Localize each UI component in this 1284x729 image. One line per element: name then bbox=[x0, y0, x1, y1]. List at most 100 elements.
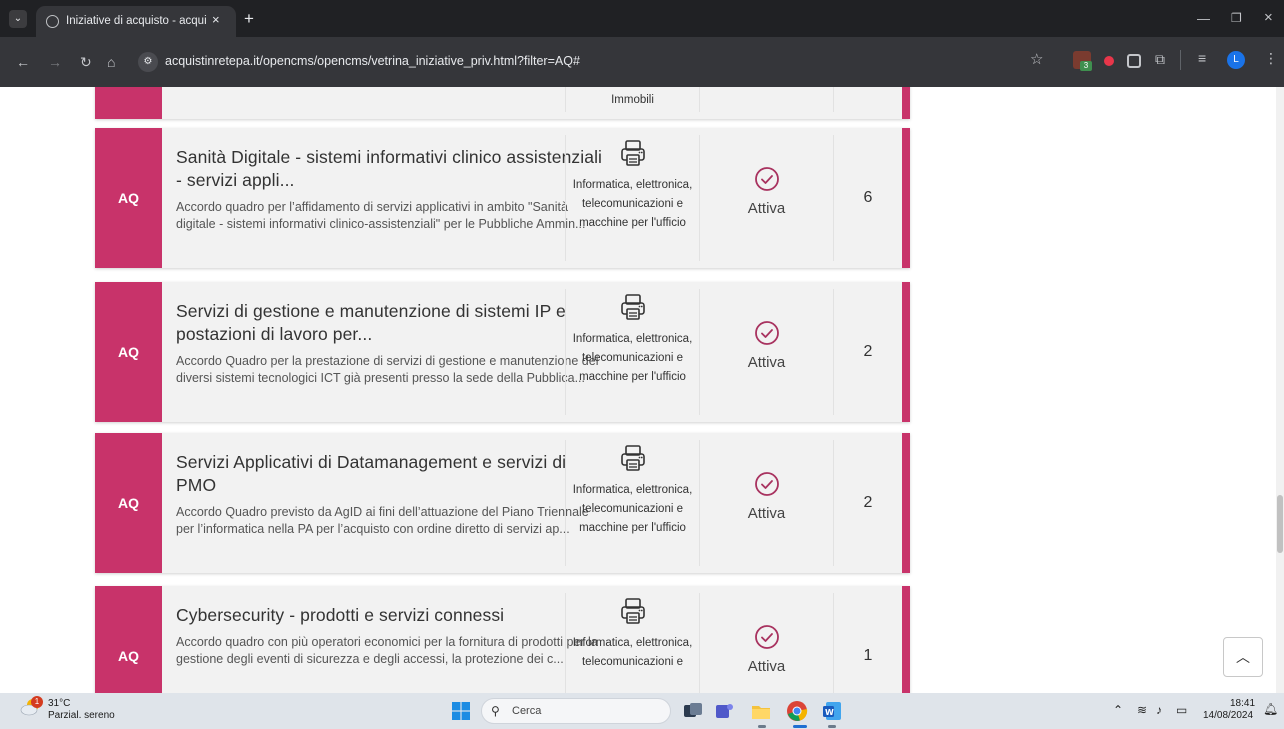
status-column: Attiva bbox=[700, 282, 833, 422]
new-tab-button[interactable]: + bbox=[244, 10, 254, 28]
notification-bell-icon[interactable]: 🔔︎ bbox=[1263, 702, 1278, 716]
type-badge: AQ bbox=[95, 282, 162, 422]
record-icon[interactable] bbox=[1104, 56, 1114, 66]
tray-overflow-icon[interactable]: ⌃ bbox=[1113, 703, 1123, 717]
printer-icon bbox=[620, 445, 645, 471]
volume-icon[interactable]: ♪ bbox=[1156, 703, 1162, 717]
minimize-icon[interactable]: — bbox=[1197, 11, 1210, 26]
status-wrapper: Attiva bbox=[700, 320, 833, 371]
initiative-description: Accordo Quadro previsto da AgID ai fini … bbox=[176, 505, 589, 536]
type-badge: AQ bbox=[95, 586, 162, 693]
more-menu-icon[interactable]: ⋮ bbox=[1264, 50, 1278, 67]
status-text: Attiva bbox=[747, 658, 786, 675]
initiative-title[interactable]: Servizi Applicativi di Datamanagement e … bbox=[176, 451, 610, 497]
task-view-icon[interactable] bbox=[682, 700, 704, 722]
column-divider bbox=[833, 87, 834, 112]
bookmark-star-icon[interactable]: ☆ bbox=[1030, 50, 1043, 68]
restore-icon[interactable]: ❐ bbox=[1231, 11, 1242, 25]
teams-icon[interactable] bbox=[713, 700, 735, 722]
chevron-up-icon: ︿ bbox=[1236, 649, 1250, 665]
initiative-title[interactable]: Sanità Digitale - sistemi informativi cl… bbox=[176, 146, 610, 192]
category-text: Informatica, elettronica, telecomunicazi… bbox=[572, 637, 693, 668]
check-circle-icon bbox=[754, 167, 779, 191]
category-column: Immobili bbox=[566, 91, 699, 110]
status-column: Attiva bbox=[700, 433, 833, 573]
category-column: Informatica, elettronica, telecomunicazi… bbox=[566, 292, 699, 387]
category-text: Informatica, elettronica, telecomunicazi… bbox=[572, 179, 693, 229]
extensions-puzzle-icon[interactable]: ⧉ bbox=[1155, 51, 1165, 68]
page-content: Immobili AQ Sanità Digitale - sistemi inf… bbox=[0, 87, 1284, 693]
type-badge: AQ bbox=[95, 128, 162, 268]
windows-start-icon[interactable] bbox=[452, 702, 470, 720]
close-tab-button[interactable]: × bbox=[212, 12, 220, 27]
check-circle-icon bbox=[754, 625, 779, 649]
browser-tab-strip: ⌄ Iniziative di acquisto - acquistin × +… bbox=[0, 0, 1284, 37]
initiative-title[interactable]: Servizi di gestione e manutenzione di si… bbox=[176, 300, 610, 346]
home-icon[interactable]: ⌂ bbox=[107, 54, 115, 70]
type-badge bbox=[95, 87, 162, 119]
initiative-info: Sanità Digitale - sistemi informativi cl… bbox=[176, 128, 610, 268]
weather-description[interactable]: Parzial. sereno bbox=[48, 710, 115, 721]
initiative-info: Servizi di gestione e manutenzione di si… bbox=[176, 282, 610, 422]
wifi-icon[interactable]: ≋ bbox=[1137, 703, 1147, 717]
status-wrapper: Attiva bbox=[700, 624, 833, 675]
address-bar[interactable]: ⚙ acquistinretepa.it/opencms/opencms/vet… bbox=[135, 50, 1055, 74]
back-to-top-button[interactable]: ︿ bbox=[1223, 637, 1263, 677]
browser-toolbar: ← → ↻ ⌂ ⚙ acquistinretepa.it/opencms/ope… bbox=[0, 37, 1284, 87]
extension-badge: 3 bbox=[1080, 61, 1092, 71]
initiative-card[interactable]: AQ Cybersecurity - prodotti e servizi con… bbox=[95, 586, 910, 693]
back-arrow-icon[interactable]: ← bbox=[16, 54, 30, 70]
check-circle-icon bbox=[754, 472, 779, 496]
category-column: Informatica, elettronica, telecomunicazi… bbox=[566, 596, 699, 672]
column-divider bbox=[699, 87, 700, 112]
browser-tab[interactable]: Iniziative di acquisto - acquistin × bbox=[36, 6, 236, 37]
category-text: Immobili bbox=[611, 94, 654, 106]
initiative-description: Accordo quadro per l’affidamento di serv… bbox=[176, 200, 586, 231]
weather-alert-badge: 1 bbox=[31, 696, 43, 708]
count-value: 6 bbox=[863, 189, 873, 206]
scrollbar-thumb[interactable] bbox=[1277, 495, 1283, 553]
status-text: Attiva bbox=[747, 505, 786, 522]
initiative-card[interactable]: AQ Sanità Digitale - sistemi informativi … bbox=[95, 128, 910, 268]
svg-text:W: W bbox=[825, 708, 834, 717]
forward-arrow-icon[interactable]: → bbox=[48, 54, 62, 70]
chrome-icon[interactable] bbox=[786, 700, 808, 722]
windows-taskbar: 1 31°C Parzial. sereno ⚲ Cerca W ⌃ ≋ ♪ ▭… bbox=[0, 693, 1284, 729]
taskbar-search-box[interactable]: ⚲ Cerca bbox=[481, 698, 671, 724]
initiative-title[interactable]: Cybersecurity - prodotti e servizi conne… bbox=[176, 604, 610, 627]
initiative-info: Cybersecurity - prodotti e servizi conne… bbox=[176, 586, 610, 693]
reload-icon[interactable]: ↻ bbox=[80, 54, 92, 70]
initiative-card-partial[interactable]: Immobili bbox=[95, 87, 910, 119]
status-text: Attiva bbox=[747, 200, 786, 217]
initiative-info: Servizi Applicativi di Datamanagement e … bbox=[176, 433, 610, 573]
running-indicator bbox=[828, 725, 836, 728]
count-value: 2 bbox=[863, 494, 873, 511]
initiative-card[interactable]: AQ Servizi Applicativi di Datamanagement … bbox=[95, 433, 910, 573]
screenshot-extension-icon[interactable] bbox=[1127, 54, 1141, 68]
clock-time[interactable]: 18:41 bbox=[1230, 698, 1255, 709]
reading-list-icon[interactable]: ≡ bbox=[1198, 50, 1206, 66]
site-settings-icon[interactable]: ⚙ bbox=[138, 52, 158, 72]
page-scrollbar[interactable] bbox=[1276, 87, 1284, 693]
category-column: Informatica, elettronica, telecomunicazi… bbox=[566, 443, 699, 538]
url-text[interactable]: acquistinretepa.it/opencms/opencms/vetri… bbox=[165, 54, 580, 68]
status-column: Attiva bbox=[700, 586, 833, 693]
battery-icon[interactable]: ▭ bbox=[1176, 703, 1187, 717]
initiative-description: Accordo Quadro per la prestazione di ser… bbox=[176, 354, 599, 385]
printer-icon bbox=[620, 140, 645, 166]
status-text: Attiva bbox=[747, 354, 786, 371]
close-window-icon[interactable]: × bbox=[1264, 9, 1273, 26]
tab-search-icon[interactable]: ⌄ bbox=[9, 10, 27, 28]
file-explorer-icon[interactable] bbox=[750, 700, 772, 722]
search-icon: ⚲ bbox=[491, 704, 500, 718]
word-icon[interactable]: W bbox=[821, 700, 843, 722]
clock-date[interactable]: 14/08/2024 bbox=[1203, 710, 1253, 721]
active-indicator bbox=[793, 725, 807, 728]
weather-temperature[interactable]: 31°C bbox=[48, 698, 70, 709]
status-column: Attiva bbox=[700, 128, 833, 268]
count-value: 2 bbox=[863, 343, 873, 360]
initiative-card[interactable]: AQ Servizi di gestione e manutenzione di … bbox=[95, 282, 910, 422]
running-indicator bbox=[758, 725, 766, 728]
profile-avatar[interactable]: L bbox=[1227, 51, 1245, 69]
search-label: Cerca bbox=[512, 705, 542, 717]
